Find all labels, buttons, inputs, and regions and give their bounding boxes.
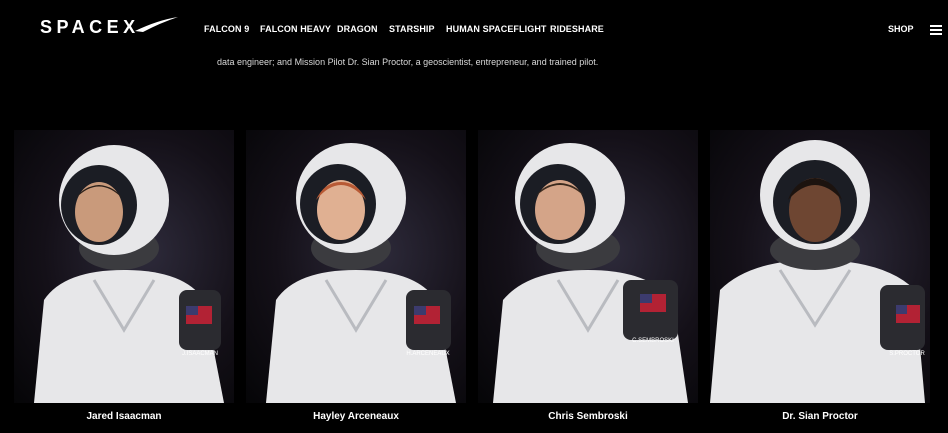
crew-card-hayley-arceneaux: H.ARCENEAUX Hayley Arceneaux	[246, 130, 466, 430]
astronaut-portrait: H.ARCENEAUX	[266, 143, 456, 403]
astronaut-portrait: J.ISAACMAN	[34, 145, 224, 403]
crew-name: Jared Isaacman	[86, 411, 162, 422]
name-patch: C.SEMBROSKI	[632, 338, 674, 344]
logo-swoosh	[135, 17, 178, 32]
name-patch: J.ISAACMAN	[182, 351, 218, 357]
crew-photo: C.SEMBROSKI	[478, 130, 698, 403]
crew-photo: H.ARCENEAUX	[246, 130, 466, 403]
nav-human-spaceflight[interactable]: HUMAN SPACEFLIGHT	[446, 24, 547, 34]
crew-card-sian-proctor: S.PROCTOR Dr. Sian Proctor	[710, 130, 930, 430]
nav-falcon-heavy[interactable]: FALCON HEAVY	[260, 24, 331, 34]
crew-photo: S.PROCTOR	[710, 130, 930, 403]
astronaut-portrait: S.PROCTOR	[710, 140, 925, 403]
crew-name: Chris Sembroski	[548, 411, 628, 422]
spacex-logo[interactable]: SPACEX	[40, 14, 180, 38]
site-header: SPACEX FALCON 9 FALCON HEAVY DRAGON STAR…	[0, 0, 948, 56]
name-patch: H.ARCENEAUX	[406, 351, 449, 357]
hamburger-menu-icon[interactable]	[930, 25, 942, 35]
name-patch: S.PROCTOR	[889, 351, 925, 357]
crew-intro-text: data engineer; and Mission Pilot Dr. Sia…	[217, 57, 599, 67]
nav-dragon[interactable]: DRAGON	[337, 24, 378, 34]
astronaut-portrait: C.SEMBROSKI	[493, 143, 688, 403]
nav-starship[interactable]: STARSHIP	[389, 24, 435, 34]
crew-card-jared-isaacman: J.ISAACMAN Jared Isaacman	[14, 130, 234, 430]
shop-link[interactable]: SHOP	[888, 24, 914, 34]
crew-photo: J.ISAACMAN	[14, 130, 234, 403]
crew-name: Dr. Sian Proctor	[782, 411, 858, 422]
nav-falcon-9[interactable]: FALCON 9	[204, 24, 249, 34]
crew-card-chris-sembroski: C.SEMBROSKI Chris Sembroski	[478, 130, 698, 430]
nav-rideshare[interactable]: RIDESHARE	[550, 24, 604, 34]
logo-text: SPACEX	[40, 17, 140, 37]
crew-name: Hayley Arceneaux	[313, 411, 399, 422]
